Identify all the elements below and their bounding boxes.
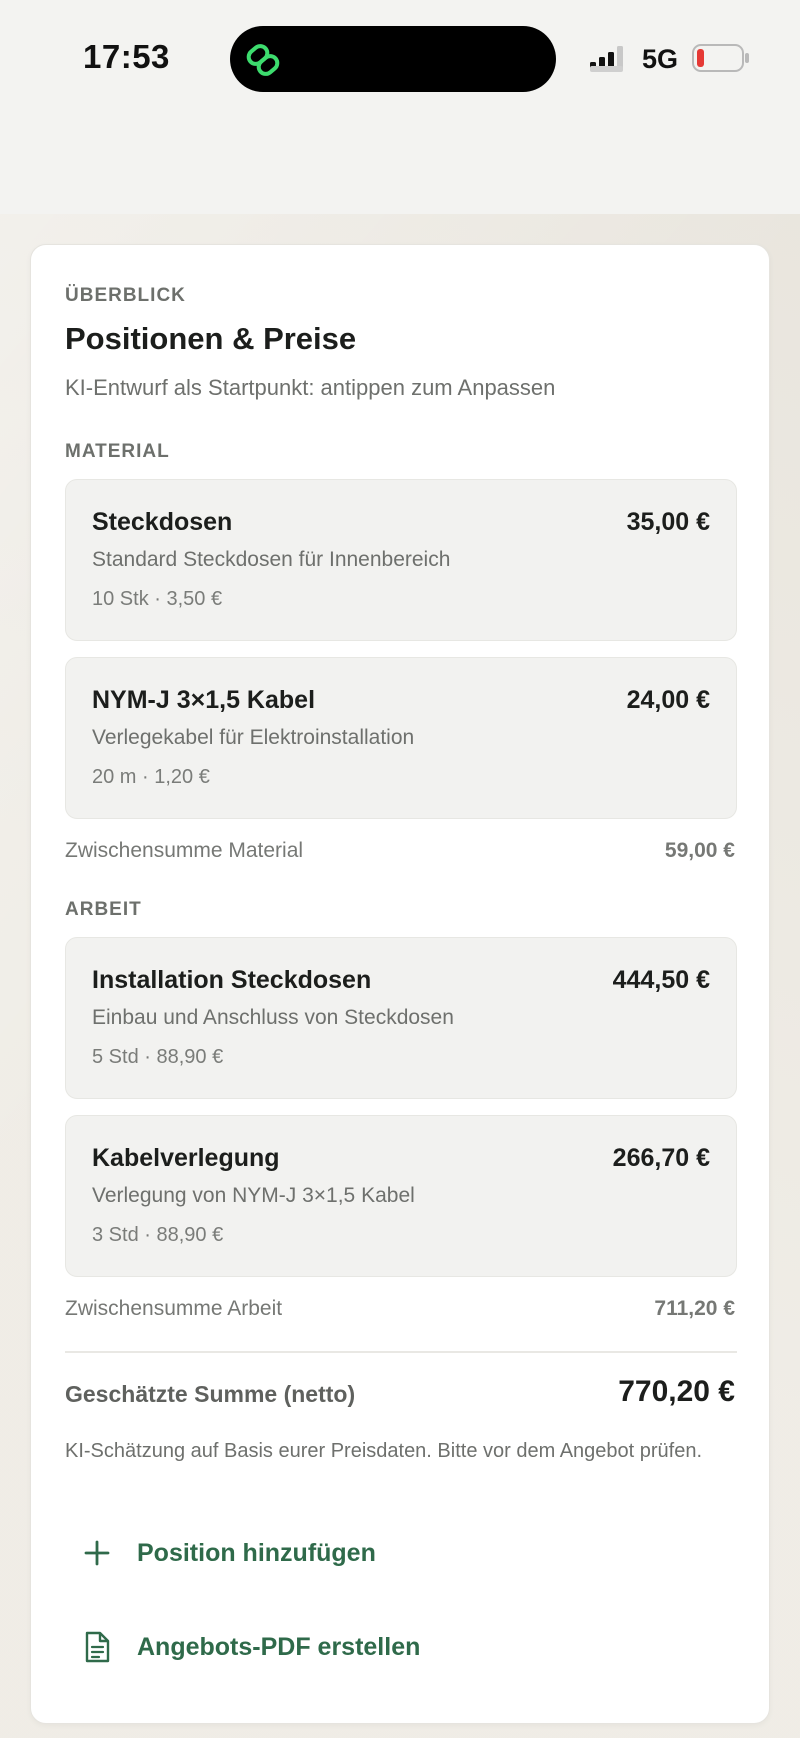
- item-price: 24,00 €: [626, 686, 710, 714]
- link-app-icon: [246, 44, 280, 76]
- card-eyebrow: ÜBERBLICK: [65, 285, 186, 306]
- section-label-material: MATERIAL: [65, 441, 170, 462]
- item-description: Verlegung von NYM-J 3×1,5 Kabel: [92, 1184, 415, 1207]
- add-position-label: Position hinzufügen: [137, 1538, 376, 1567]
- signal-strength-icon: [590, 46, 623, 72]
- document-icon: [81, 1631, 113, 1663]
- item-name: Kabelverlegung: [92, 1144, 280, 1172]
- top-app-bar: [0, 120, 800, 297]
- line-item[interactable]: Installation Steckdosen 444,50 € Einbau …: [65, 937, 737, 1099]
- divider: [65, 1351, 737, 1353]
- total-label: Geschätzte Summe (netto): [65, 1381, 356, 1407]
- item-quantity: 10 Stk · 3,50 €: [92, 588, 223, 610]
- item-description: Verlegekabel für Elektroinstallation: [92, 726, 415, 749]
- subtotal-value-labor: 711,20 €: [654, 1297, 735, 1320]
- item-quantity: 5 Std · 88,90 €: [92, 1046, 224, 1068]
- item-quantity: 20 m · 1,20 €: [92, 766, 210, 788]
- page-subtitle: KI-Entwurf als Startpunkt: antippen zum …: [65, 375, 556, 400]
- plus-icon: [81, 1537, 113, 1569]
- item-quantity: 3 Std · 88,90 €: [92, 1224, 224, 1246]
- subtotal-value-material: 59,00 €: [664, 839, 735, 862]
- create-pdf-button[interactable]: Angebots-PDF erstellen: [81, 1617, 641, 1677]
- status-time: 17:53: [83, 38, 170, 75]
- subtotal-label-material: Zwischensumme Material: [65, 839, 304, 862]
- subtotal-label-labor: Zwischensumme Arbeit: [65, 1297, 283, 1320]
- add-position-button[interactable]: Position hinzufügen: [81, 1523, 641, 1583]
- positions-card: ÜBERBLICK Positionen & Preise KI-Entwurf…: [30, 244, 770, 1724]
- item-name: Installation Steckdosen: [92, 966, 372, 994]
- item-description: Einbau und Anschluss von Steckdosen: [92, 1006, 454, 1029]
- battery-icon: [692, 44, 749, 72]
- network-type: 5G: [642, 44, 679, 74]
- item-name: NYM-J 3×1,5 Kabel: [92, 686, 316, 714]
- item-price: 266,70 €: [612, 1144, 710, 1172]
- page-title: Positionen & Preise: [65, 321, 357, 356]
- dynamic-island: [230, 26, 556, 92]
- total-value: 770,20 €: [618, 1375, 735, 1408]
- status-bar: 17:53 5G: [0, 0, 800, 120]
- item-price: 35,00 €: [626, 508, 710, 536]
- item-price: 444,50 €: [612, 966, 710, 994]
- create-pdf-label: Angebots-PDF erstellen: [137, 1632, 421, 1661]
- line-item[interactable]: Kabelverlegung 266,70 € Verlegung von NY…: [65, 1115, 737, 1277]
- line-item[interactable]: NYM-J 3×1,5 Kabel 24,00 € Verlegekabel f…: [65, 657, 737, 819]
- item-name: Steckdosen: [92, 508, 233, 536]
- section-label-labor: ARBEIT: [65, 899, 142, 920]
- item-description: Standard Steckdosen für Innenbereich: [92, 548, 451, 571]
- estimate-note: KI-Schätzung auf Basis eurer Preisdaten.…: [65, 1440, 703, 1462]
- line-item[interactable]: Steckdosen 35,00 € Standard Steckdosen f…: [65, 479, 737, 641]
